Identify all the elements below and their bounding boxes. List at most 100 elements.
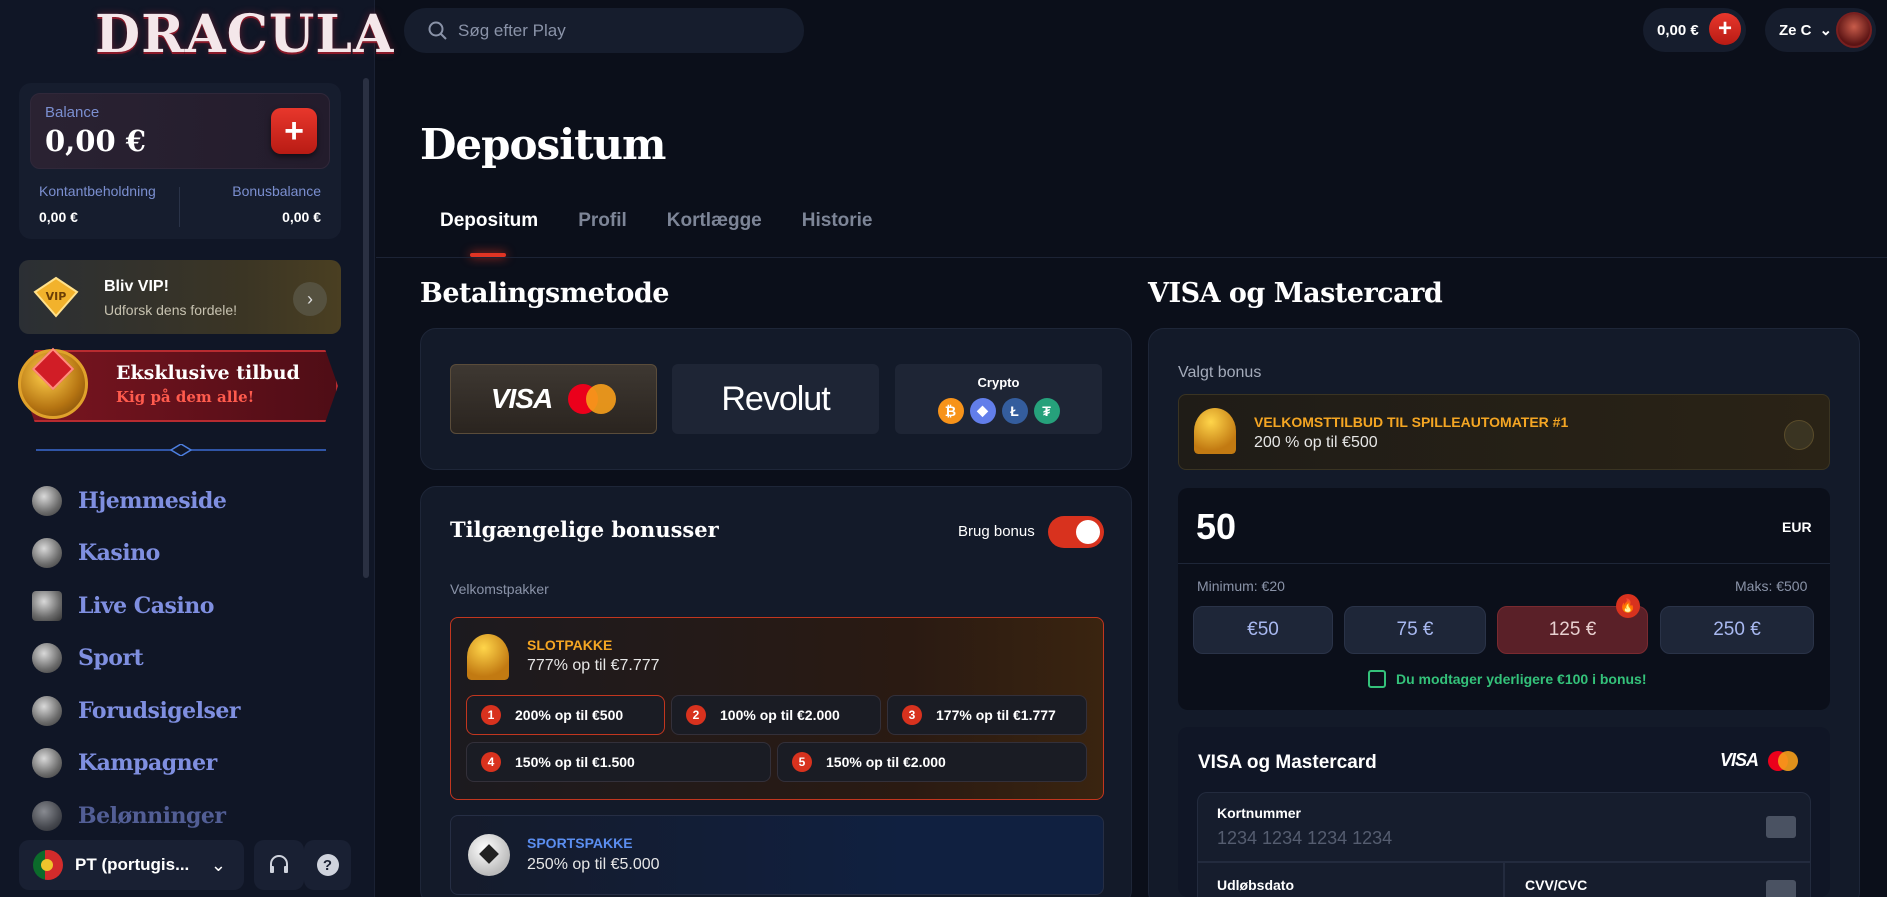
chevron-down-icon: ⌄ <box>1819 22 1833 39</box>
step-number-3: 3 <box>902 705 922 725</box>
payment-method-title: Betalingsmetode <box>420 278 669 309</box>
bonuses-title: Tilgængelige bonusser <box>450 517 719 542</box>
sport-package-subtitle: 250% op til €5.000 <box>527 856 660 873</box>
preset-75[interactable]: 75 € <box>1344 606 1486 654</box>
tab-kortlaegge[interactable]: Kortlægge <box>667 210 762 250</box>
card-number-field[interactable] <box>1197 792 1811 862</box>
amount-divider <box>1178 563 1830 564</box>
method-visa-mastercard[interactable]: VISA <box>450 364 657 434</box>
balance-label: Balance <box>45 104 100 121</box>
nav-item-live-casino[interactable]: Live Casino <box>32 589 214 623</box>
language-selector[interactable]: PT (portugis... ⌄ <box>19 840 244 890</box>
user-name: Ze C <box>1779 21 1812 39</box>
ball-icon <box>32 643 62 673</box>
help-button[interactable]: ? <box>304 840 351 890</box>
extra-bonus-note: Du modtager yderligere €100 i bonus! <box>1368 670 1647 688</box>
cash-balance-label: Kontantbeholdning <box>39 183 156 199</box>
bonus-balance-value: 0,00 € <box>282 209 321 225</box>
search-icon <box>428 21 447 40</box>
tab-bar: Depositum Profil Kortlægge Historie <box>440 210 873 250</box>
selected-bonus-title: VELKOMSTTILBUD TIL SPILLEAUTOMATER #1 <box>1254 414 1569 430</box>
tab-depositum[interactable]: Depositum <box>440 210 538 250</box>
sport-package-title: SPORTSPAKKE <box>527 835 633 851</box>
slot-step-5[interactable]: 5 150% op til €2.000 <box>777 742 1087 782</box>
amount-input[interactable]: 50 <box>1196 506 1236 548</box>
promo-icon <box>32 748 62 778</box>
nav-label: Sport <box>78 645 144 671</box>
selected-bonus-label: Valgt bonus <box>1178 364 1262 381</box>
tab-profil[interactable]: Profil <box>578 210 627 250</box>
search-placeholder: Søg efter Play <box>458 20 566 40</box>
step-number-5: 5 <box>792 752 812 772</box>
gift-icon <box>1368 670 1386 688</box>
search-input[interactable]: Søg efter Play <box>404 8 804 53</box>
support-button[interactable] <box>254 840 304 890</box>
crypto-label: Crypto <box>977 374 1020 390</box>
step-label: 200% op til €500 <box>515 707 624 723</box>
app: DRACULA Balance 0,00 € + Kontantbeholdni… <box>0 0 1887 897</box>
help-icon: ? <box>316 854 339 876</box>
vip-subtitle: Udforsk dens fordele! <box>104 302 238 318</box>
slot-step-1[interactable]: 1 200% op til €500 <box>466 695 665 735</box>
slot-step-2[interactable]: 2 100% op til €2.000 <box>671 695 881 735</box>
tether-icon: ₮ <box>1033 397 1060 424</box>
header-deposit-button[interactable]: + <box>1709 13 1741 45</box>
headset-icon <box>270 855 288 873</box>
header-balance-value: 0,00 € <box>1657 21 1699 39</box>
nav-item-belonninger[interactable]: Belønninger <box>32 799 226 833</box>
slot-step-3[interactable]: 3 177% op til €1.777 <box>887 695 1087 735</box>
method-crypto[interactable]: Crypto ₿ ◆ Ł ₮ <box>895 364 1102 434</box>
bell-icon <box>1194 408 1236 454</box>
crypto-coins: ₿ ◆ Ł ₮ <box>937 397 1060 424</box>
step-label: 100% op til €2.000 <box>720 707 840 723</box>
visa-mastercard-title: VISA og Mastercard <box>1148 278 1443 309</box>
football-icon <box>468 834 510 876</box>
slot-step-4[interactable]: 4 150% op til €1.500 <box>466 742 771 782</box>
mastercard-logo <box>568 384 617 414</box>
method-revolut[interactable]: Revolut <box>672 364 879 434</box>
logo[interactable]: DRACULA <box>95 4 393 65</box>
nav-item-kasino[interactable]: Kasino <box>32 536 160 570</box>
offers-subtitle: Kig på dem alle! <box>116 388 255 406</box>
mastercard-logo-small <box>1768 750 1799 771</box>
nav-item-hjemmeside[interactable]: Hjemmeside <box>32 484 227 518</box>
litecoin-icon: Ł <box>1001 397 1028 424</box>
nav-label: Kampagner <box>78 750 217 776</box>
use-bonus-label: Brug bonus <box>958 523 1035 540</box>
step-label: 150% op til €1.500 <box>515 754 635 770</box>
balance-divider <box>179 187 180 227</box>
deposit-plus-button[interactable]: + <box>271 108 317 154</box>
slot-package-subtitle: 777% op til €7.777 <box>527 657 660 674</box>
use-bonus-toggle[interactable] <box>1048 516 1104 548</box>
sport-package-card[interactable] <box>450 815 1104 895</box>
preset-50[interactable]: €50 <box>1193 606 1333 654</box>
chevron-right-icon[interactable]: › <box>293 282 327 316</box>
cash-balance: Kontantbeholdning 0,00 € <box>39 183 156 225</box>
page-title: Depositum <box>420 120 667 169</box>
visa-logo: VISA <box>490 383 553 414</box>
avatar[interactable] <box>1836 12 1872 48</box>
fire-icon: 🔥 <box>1616 594 1640 618</box>
card-number-placeholder: 1234 1234 1234 1234 <box>1217 828 1393 848</box>
nav-item-sport[interactable]: Sport <box>32 641 144 675</box>
selected-bonus-card[interactable] <box>1178 394 1830 470</box>
step-number-2: 2 <box>686 705 706 725</box>
currency-label: EUR <box>1782 519 1812 535</box>
bitcoin-icon: ₿ <box>937 397 964 424</box>
vip-title: Bliv VIP! <box>104 278 169 295</box>
nav-item-kampagner[interactable]: Kampagner <box>32 746 217 780</box>
nav-label: Belønninger <box>78 803 226 829</box>
preset-250[interactable]: 250 € <box>1660 606 1814 654</box>
visa-mastercard-logo: VISA <box>1720 750 1799 771</box>
header-divider <box>376 257 1887 258</box>
ornament-divider <box>36 444 326 456</box>
bonus-balance-label: Bonusbalance <box>232 183 321 199</box>
vip-banner[interactable]: VIP Bliv VIP! Udforsk dens fordele! › <box>19 260 341 334</box>
step-label: 150% op til €2.000 <box>826 754 946 770</box>
reward-icon <box>32 801 62 831</box>
vip-diamond-icon: VIP <box>33 276 79 318</box>
sidebar-scrollbar[interactable] <box>363 78 369 578</box>
cvc-label: CVV/CVC <box>1525 877 1588 893</box>
tab-historie[interactable]: Historie <box>802 210 873 250</box>
nav-item-forudsigelser[interactable]: Forudsigelser <box>32 694 241 728</box>
